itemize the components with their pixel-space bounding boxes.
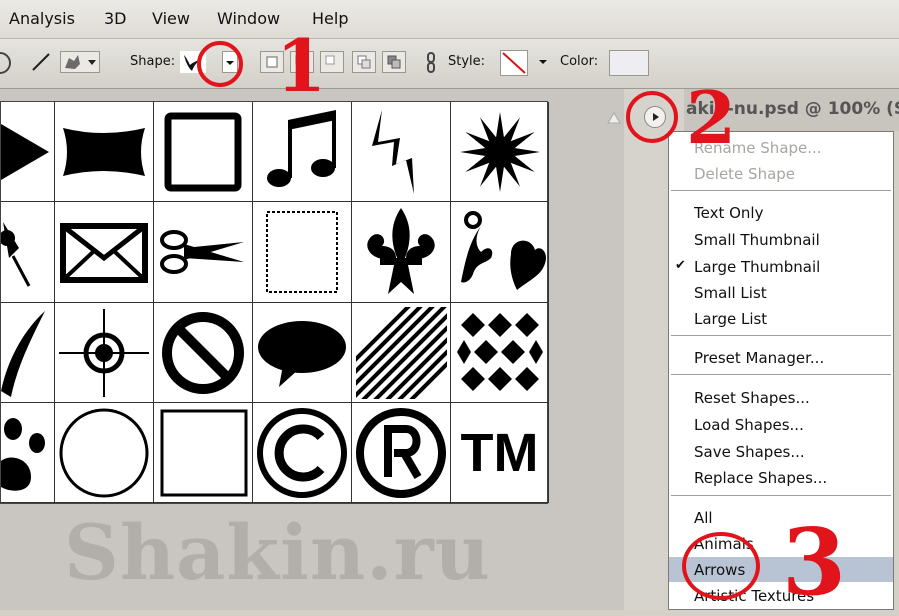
menu-item-delete-shape: Delete Shape — [694, 165, 796, 183]
scissors-icon — [160, 229, 244, 274]
callout-ring-1 — [197, 41, 243, 87]
shape-cell[interactable] — [253, 303, 352, 403]
custom-shape-icon — [65, 55, 96, 69]
square-frame-icon — [160, 409, 248, 496]
shape-cell[interactable] — [451, 102, 549, 202]
menu-item-text-only[interactable]: Text Only — [694, 204, 763, 222]
menu-item-small-list[interactable]: Small List — [694, 284, 767, 302]
callout-ring-2 — [626, 91, 678, 143]
target-crosshair-icon — [59, 308, 149, 397]
hatched-square-icon — [356, 306, 447, 399]
shape-cell[interactable] — [253, 403, 352, 503]
shape-cell[interactable] — [253, 102, 352, 202]
arrow-right-icon — [1, 123, 49, 180]
stamp-frame-icon — [266, 210, 338, 293]
callout-number-2: 2 — [686, 75, 737, 160]
menu-item-replace-shapes[interactable]: Replace Shapes... — [694, 469, 827, 487]
menu-bar: Analysis 3D View Window Help — [0, 0, 899, 39]
frame-icon — [164, 112, 242, 191]
shape-cell[interactable] — [154, 303, 253, 403]
menu-view[interactable]: View — [152, 9, 190, 28]
shape-cell[interactable] — [352, 303, 451, 403]
shape-cell[interactable] — [1, 303, 55, 403]
circle-frame-icon — [59, 408, 149, 497]
shape-cell[interactable] — [352, 102, 451, 202]
menu-item-save-shapes[interactable]: Save Shapes... — [694, 443, 805, 461]
envelope-icon — [60, 222, 148, 283]
shape-cell[interactable] — [55, 102, 154, 202]
menu-item-small-thumbnail[interactable]: Small Thumbnail — [694, 231, 820, 249]
menu-separator — [671, 190, 891, 191]
menu-item-large-list[interactable]: Large List — [694, 310, 767, 328]
shape-picker-grid: TM — [0, 101, 549, 504]
menu-item-reset-shapes[interactable]: Reset Shapes... — [694, 389, 810, 407]
shape-cell[interactable] — [55, 403, 154, 503]
starburst-icon — [460, 111, 540, 192]
color-label: Color: — [560, 54, 599, 69]
menu-separator — [671, 495, 891, 496]
exclude-mode-button[interactable] — [382, 51, 406, 73]
shape-label: Shape: — [130, 54, 176, 69]
style-chevron-down-icon[interactable] — [538, 57, 548, 67]
pushpin-icon — [1, 221, 31, 287]
panel-tab-icon — [607, 112, 621, 124]
menu-window[interactable]: Window — [217, 9, 280, 28]
ornament-heart-icon — [461, 210, 546, 290]
no-sign-icon — [162, 311, 244, 394]
check-icon: ✔ — [675, 258, 686, 273]
menu-separator — [671, 335, 891, 336]
trademark-icon: TM — [460, 422, 539, 483]
checkerboard-icon — [457, 312, 543, 391]
menu-item-load-shapes[interactable]: Load Shapes... — [694, 416, 804, 434]
link-icon[interactable] — [422, 51, 440, 75]
menu-3d[interactable]: 3D — [104, 9, 127, 28]
registered-icon — [356, 407, 446, 498]
shape-cell[interactable] — [1, 202, 55, 303]
shape-cell[interactable]: TM — [451, 403, 549, 503]
intersect-mode-icon — [357, 55, 371, 69]
menu-analysis[interactable]: Analysis — [9, 9, 75, 28]
watermark-text: Shakin.ru — [64, 508, 491, 597]
options-bar: Shape: Style: Color: — [0, 39, 899, 89]
line-tool-icon[interactable] — [30, 51, 52, 73]
style-swatch[interactable] — [500, 50, 528, 76]
shape-cell[interactable] — [451, 303, 549, 403]
menu-separator — [671, 374, 891, 375]
callout-number-3: 3 — [782, 508, 847, 616]
shape-cell[interactable] — [451, 202, 549, 303]
menu-item-preset-manager[interactable]: Preset Manager... — [694, 349, 824, 367]
callout-number-1: 1 — [276, 23, 327, 108]
exclude-mode-icon — [387, 55, 401, 69]
shape-cell[interactable] — [55, 202, 154, 303]
ellipse-tool-icon[interactable] — [0, 51, 12, 75]
shape-cell[interactable] — [154, 403, 253, 503]
shape-cell[interactable] — [352, 202, 451, 303]
lightning-icon — [372, 109, 414, 194]
banner-icon — [63, 127, 145, 176]
paw-print-icon — [1, 417, 45, 491]
speech-bubble-icon — [258, 320, 346, 387]
music-note-icon — [267, 109, 336, 187]
shape-cell[interactable] — [55, 303, 154, 403]
color-swatch[interactable] — [609, 50, 649, 76]
no-style-icon — [502, 52, 526, 74]
custom-shape-tool-button[interactable] — [60, 51, 100, 73]
menu-item-large-thumbnail[interactable]: Large Thumbnail — [694, 258, 820, 276]
shape-cell[interactable] — [1, 102, 55, 202]
shape-cell[interactable] — [154, 202, 253, 303]
copyright-icon — [257, 407, 347, 498]
brush-stroke-icon — [1, 310, 45, 397]
shape-cell[interactable] — [253, 202, 352, 303]
callout-ring-3 — [682, 532, 760, 600]
shape-cell[interactable] — [154, 102, 253, 202]
menu-item-all[interactable]: All — [694, 509, 713, 527]
shape-cell[interactable] — [1, 403, 55, 503]
fleur-de-lis-icon — [367, 207, 435, 294]
intersect-mode-button[interactable] — [352, 51, 376, 73]
style-label: Style: — [448, 54, 486, 69]
shape-cell[interactable] — [352, 403, 451, 503]
